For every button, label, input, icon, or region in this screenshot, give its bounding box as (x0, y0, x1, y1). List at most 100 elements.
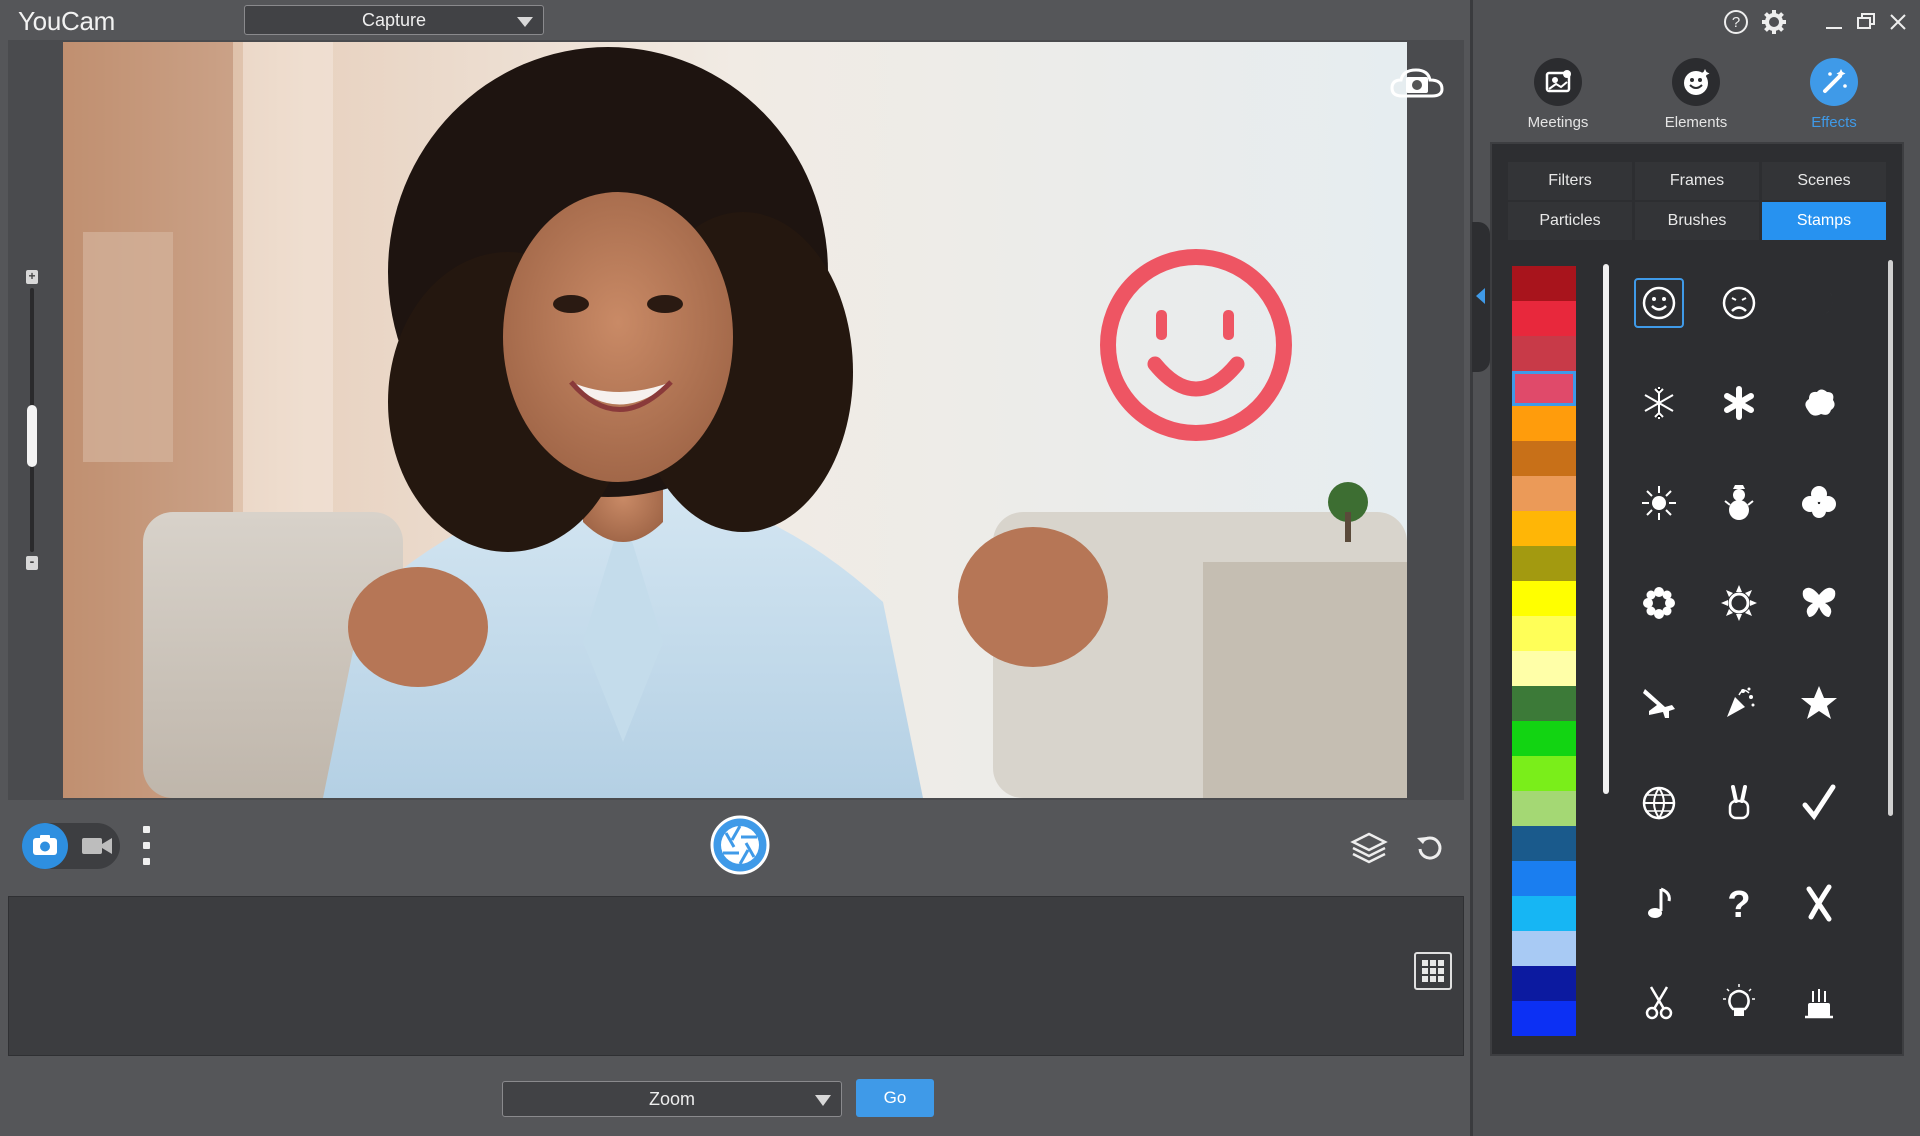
webcam-image (63, 42, 1407, 798)
stamp-airplane-icon[interactable] (1634, 678, 1684, 728)
color-swatch[interactable] (1512, 896, 1576, 931)
palette-scrollbar[interactable] (1603, 264, 1609, 794)
gear-icon[interactable] (1760, 8, 1788, 36)
stamp-snowflake-icon[interactable] (1634, 378, 1684, 428)
tab-meetings-label: Meetings (1527, 114, 1589, 131)
color-swatch[interactable] (1512, 826, 1576, 861)
stamp-checkmark-icon[interactable] (1794, 778, 1844, 828)
color-swatch[interactable] (1512, 931, 1576, 966)
tab-elements[interactable]: Elements (1641, 58, 1751, 131)
stamp-asterisk-icon[interactable] (1714, 378, 1764, 428)
color-swatch[interactable] (1512, 686, 1576, 721)
help-icon[interactable]: ? (1722, 8, 1750, 36)
stamp-scissors-icon[interactable] (1634, 978, 1684, 1028)
zoom-thumb[interactable] (27, 405, 37, 468)
color-swatch[interactable] (1512, 266, 1576, 301)
color-swatch[interactable] (1512, 861, 1576, 896)
stamp-cross-mark-icon[interactable] (1794, 878, 1844, 928)
mode-select[interactable]: Capture (244, 5, 544, 35)
smiley-icon (1642, 286, 1676, 320)
color-palette (1512, 266, 1576, 1036)
stamp-cloud-icon[interactable] (1794, 378, 1844, 428)
color-swatch[interactable] (1512, 651, 1576, 686)
undo-icon[interactable] (1414, 832, 1444, 862)
color-swatch[interactable] (1512, 581, 1576, 616)
go-button[interactable]: Go (856, 1079, 934, 1117)
svg-text:?: ? (1732, 14, 1740, 31)
zoom-slider[interactable]: + - (24, 270, 40, 570)
zoom-in-button[interactable]: + (26, 270, 38, 284)
restore-icon[interactable] (1852, 8, 1880, 36)
stamp-frown-icon[interactable] (1714, 278, 1764, 328)
stamp-clover-icon[interactable] (1794, 478, 1844, 528)
stamp-cake-icon[interactable] (1794, 978, 1844, 1028)
tab-frames[interactable]: Frames (1635, 162, 1759, 200)
color-swatch[interactable] (1512, 546, 1576, 581)
stamp-flower-icon[interactable] (1634, 578, 1684, 628)
color-swatch[interactable] (1512, 756, 1576, 791)
cross-mark-icon (1806, 884, 1832, 922)
snowflake-icon (1644, 387, 1674, 419)
camera-preview[interactable] (63, 42, 1407, 798)
color-swatch[interactable] (1512, 406, 1576, 441)
shutter-button[interactable] (710, 815, 770, 875)
more-options-icon[interactable] (138, 826, 154, 870)
stamp-lightbulb-icon[interactable] (1714, 978, 1764, 1028)
color-swatch[interactable] (1512, 616, 1576, 651)
stamp-music-note-icon[interactable] (1634, 878, 1684, 928)
party-popper-icon (1727, 687, 1755, 717)
color-swatch[interactable] (1512, 511, 1576, 546)
color-swatch[interactable] (1512, 721, 1576, 756)
aperture-icon (710, 815, 770, 875)
color-swatch[interactable] (1512, 476, 1576, 511)
color-swatch[interactable] (1512, 791, 1576, 826)
tab-elements-label: Elements (1664, 114, 1728, 131)
tab-meetings[interactable]: Meetings (1503, 58, 1613, 131)
color-swatch[interactable] (1512, 1001, 1576, 1036)
layers-icon[interactable] (1350, 830, 1388, 864)
tab-scenes[interactable]: Scenes (1762, 162, 1886, 200)
color-swatch[interactable] (1512, 966, 1576, 1001)
minimize-icon[interactable] (1820, 8, 1848, 36)
camera-icon (33, 835, 57, 855)
star-icon (1801, 686, 1837, 719)
capture-mode-toggle[interactable] (22, 823, 120, 869)
app-title: YouCam (18, 6, 115, 36)
tab-brushes[interactable]: Brushes (1635, 202, 1759, 240)
stamp-scrollbar[interactable] (1888, 260, 1893, 816)
close-icon[interactable] (1884, 8, 1912, 36)
stamp-butterfly-icon[interactable] (1794, 578, 1844, 628)
collapse-panel-button[interactable] (1472, 222, 1490, 372)
tab-stamps[interactable]: Stamps (1762, 202, 1886, 240)
stamp-sun-icon[interactable] (1634, 478, 1684, 528)
stamp-snowman-icon[interactable] (1714, 478, 1764, 528)
sun-icon (1642, 486, 1676, 520)
meeting-app-select[interactable]: Zoom (502, 1081, 842, 1117)
stamp-peace-hand-icon[interactable] (1714, 778, 1764, 828)
color-swatch[interactable] (1512, 336, 1576, 371)
stamp-star-icon[interactable] (1794, 678, 1844, 728)
zoom-out-button[interactable]: - (26, 554, 38, 570)
tab-particles[interactable]: Particles (1508, 202, 1632, 240)
cloud-camera-icon[interactable] (1388, 62, 1446, 106)
color-swatch[interactable] (1512, 371, 1576, 406)
photo-mode-button[interactable] (22, 823, 68, 869)
stamp-globe-icon[interactable] (1634, 778, 1684, 828)
grid-view-icon[interactable] (1414, 952, 1452, 990)
moon-icon (1807, 291, 1833, 316)
sunflower-icon (1721, 585, 1757, 621)
color-swatch[interactable] (1512, 441, 1576, 476)
snowman-icon (1724, 485, 1754, 520)
stamp-question-mark-icon[interactable]: ? (1714, 878, 1764, 928)
stamp-moon-icon[interactable] (1794, 278, 1844, 328)
video-mode-button[interactable] (80, 835, 114, 857)
stamp-sunflower-icon[interactable] (1714, 578, 1764, 628)
stamp-smiley-icon[interactable] (1634, 278, 1684, 328)
mode-select-value: Capture (361, 10, 427, 30)
stamp-party-popper-icon[interactable] (1714, 678, 1764, 728)
color-swatch[interactable] (1512, 301, 1576, 336)
tab-filters[interactable]: Filters (1508, 162, 1632, 200)
tab-effects[interactable]: Effects (1779, 58, 1889, 131)
flower-icon (1643, 587, 1675, 619)
frown-icon (1722, 286, 1756, 320)
